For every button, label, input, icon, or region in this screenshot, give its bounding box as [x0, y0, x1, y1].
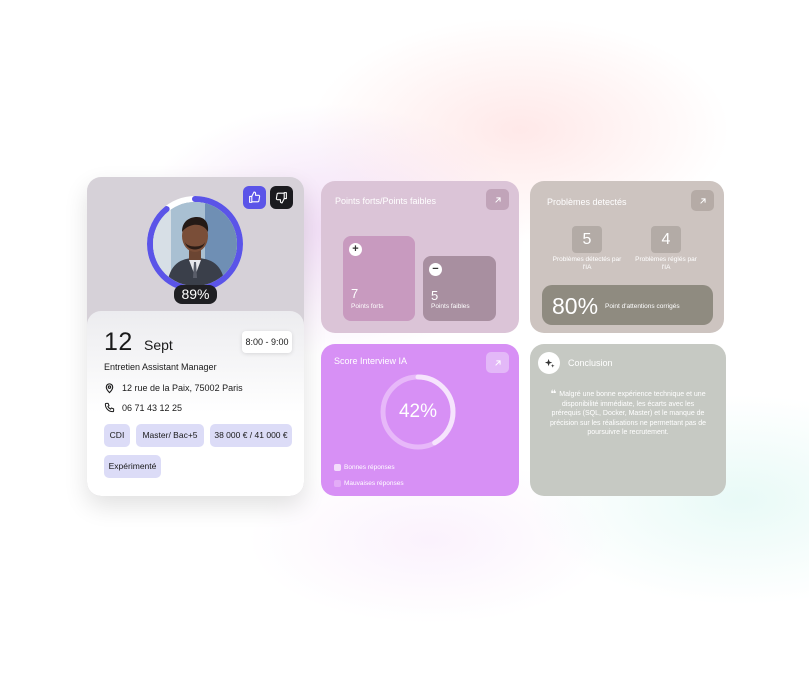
tag-contract: CDI	[104, 424, 130, 447]
legend-good-label: Bonnes réponses	[344, 464, 395, 471]
weaknesses-count: 5	[431, 288, 439, 303]
fixed-problems-label: Problèmes réglés par l'IA	[635, 256, 697, 271]
tag-salary: 38 000 € / 41 000 €	[210, 424, 292, 447]
location-pin-icon	[105, 383, 114, 394]
interview-month: Sept	[144, 337, 173, 353]
match-score-badge: 89%	[174, 285, 217, 304]
strengths-label: Points forts	[351, 303, 384, 310]
arrow-up-right-icon	[494, 196, 501, 203]
weaknesses-label: Points faibles	[431, 303, 470, 310]
arrow-up-right-icon	[699, 197, 706, 204]
open-strengths-button[interactable]	[486, 189, 509, 210]
thumb-down-button[interactable]	[270, 186, 293, 209]
legend-good-answers: Bonnes réponses	[334, 464, 395, 471]
strengths-weaknesses-card: Points forts/Points faibles + 7 Points f…	[321, 181, 519, 333]
plus-icon: +	[349, 243, 362, 256]
detected-problems-label: Problèmes détectés par l'IA	[552, 256, 622, 271]
conclusion-card: Conclusion ❝ Malgré une bonne expérience …	[530, 344, 726, 496]
score-value: 42%	[398, 401, 438, 422]
problems-title: Problèmes detectés	[547, 197, 627, 207]
avatar	[153, 202, 237, 286]
conclusion-text: ❝ Malgré une bonne expérience technique e…	[548, 390, 708, 438]
address-text: 12 rue de la Paix, 75002 Paris	[122, 383, 243, 393]
strengths-count: 7	[351, 286, 359, 301]
open-problems-button[interactable]	[691, 190, 714, 211]
interview-time-slot[interactable]: 8:00 - 9:00	[242, 331, 292, 353]
tag-experience: Expérimenté	[104, 455, 161, 478]
fixed-problems-count: 4	[651, 226, 681, 253]
legend-swatch-bad	[334, 480, 341, 487]
attention-points-summary: 80% Point d'attentions corrigés	[542, 285, 713, 325]
candidate-card: 89% 12 Sept 8:00 - 9:00 Entretien Assist…	[87, 177, 304, 496]
attention-label: Point d'attentions corrigés	[605, 303, 680, 310]
interview-title: Entretien Assistant Manager	[104, 362, 217, 372]
address-row: 12 rue de la Paix, 75002 Paris	[104, 382, 243, 394]
strengths-tile[interactable]: + 7 Points forts	[343, 236, 415, 321]
problems-card: Problèmes detectés 5 Problèmes détectés …	[530, 181, 724, 333]
thumb-up-button[interactable]	[243, 186, 266, 209]
legend-bad-answers: Mauvaises réponses	[334, 480, 404, 487]
sparkle-ai-icon	[538, 352, 560, 374]
phone-text: 06 71 43 12 25	[122, 402, 183, 413]
strengths-title: Points forts/Points faibles	[335, 196, 437, 206]
phone-row: 06 71 43 12 25	[104, 402, 182, 413]
conclusion-title: Conclusion	[568, 358, 613, 368]
interview-score-card: Score Interview IA 42% Bonnes réponses M…	[321, 344, 519, 496]
arrow-up-right-icon	[494, 359, 501, 366]
weaknesses-tile[interactable]: − 5 Points faibles	[423, 256, 496, 321]
legend-swatch-good	[334, 464, 341, 471]
score-title: Score Interview IA	[334, 356, 408, 366]
conclusion-paragraph: Malgré une bonne expérience technique et…	[549, 391, 707, 436]
thumb-down-icon	[275, 192, 287, 204]
tag-degree: Master/ Bac+5	[136, 424, 204, 447]
interview-day: 12	[104, 328, 133, 356]
minus-icon: −	[429, 263, 442, 276]
detected-problems-count: 5	[572, 226, 602, 253]
open-score-button[interactable]	[486, 352, 509, 373]
legend-bad-label: Mauvaises réponses	[344, 480, 404, 487]
thumb-up-icon	[249, 191, 261, 203]
quote-icon: ❝	[550, 389, 557, 400]
interview-details: 12 Sept 8:00 - 9:00 Entretien Assistant …	[87, 311, 304, 496]
phone-icon	[104, 402, 115, 413]
attention-percentage: 80%	[552, 293, 599, 319]
